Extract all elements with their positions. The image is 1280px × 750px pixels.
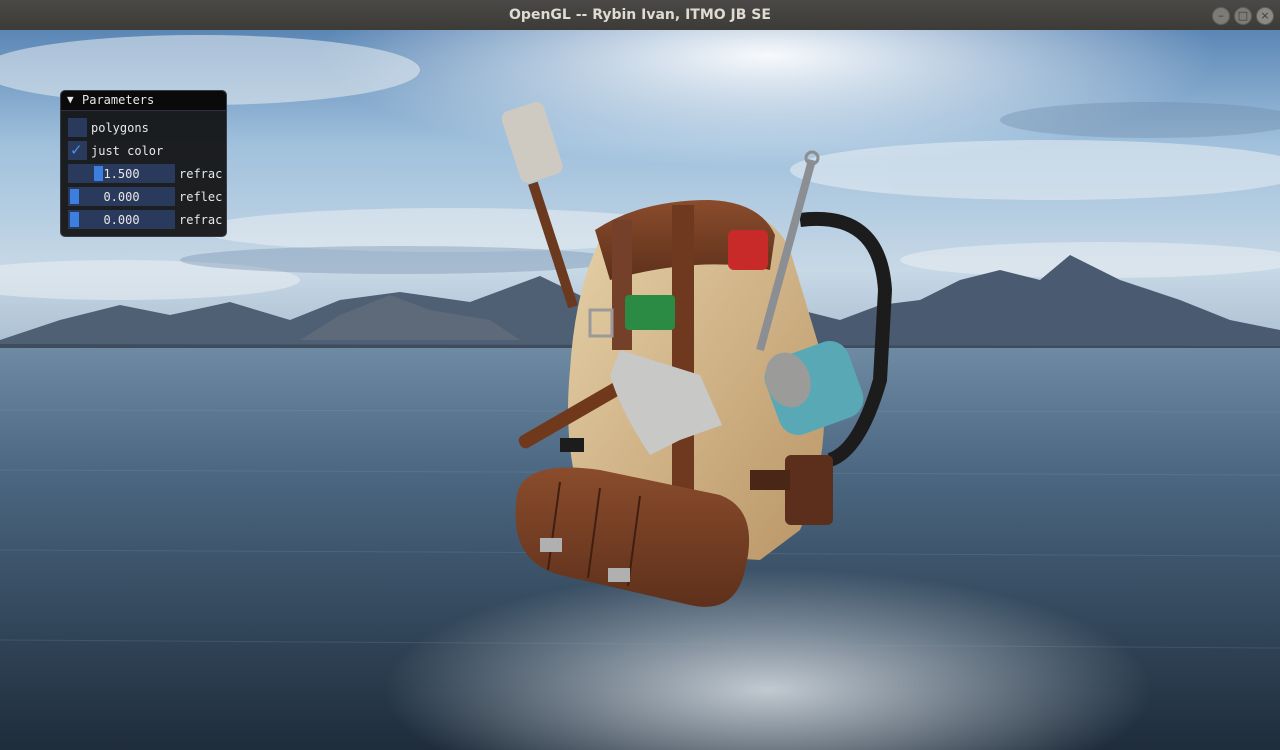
refrac-slider-2[interactable]: 0.000 — [68, 210, 175, 229]
maximize-button[interactable]: □ — [1234, 7, 1252, 25]
title-bar[interactable]: OpenGL -- Rybin Ivan, ITMO JB SE – □ × — [0, 0, 1280, 31]
reflec-slider[interactable]: 0.000 — [68, 187, 175, 206]
polygons-label: polygons — [91, 121, 149, 135]
slider-row: 0.000 refrac — [61, 210, 226, 230]
slider-row: 0.000 reflec — [61, 187, 226, 207]
slider-value: 0.000 — [103, 190, 140, 204]
window-controls: – □ × — [1212, 7, 1274, 25]
just-color-row: ✓ just color — [61, 141, 226, 161]
check-icon: ✓ — [70, 141, 83, 159]
slider-value: 1.500 — [103, 167, 140, 181]
just-color-label: just color — [91, 144, 164, 158]
close-button[interactable]: × — [1256, 7, 1274, 25]
minimize-button[interactable]: – — [1212, 7, 1230, 25]
slider-label: refrac — [179, 167, 223, 181]
parameters-panel: ▼ Parameters polygons ✓ just color 1.500… — [60, 90, 227, 237]
refrac-slider[interactable]: 1.500 — [68, 164, 175, 183]
app-window: OpenGL -- Rybin Ivan, ITMO JB SE – □ × ▼… — [0, 0, 1280, 750]
slider-label: reflec — [179, 190, 223, 204]
panel-header[interactable]: ▼ Parameters — [61, 91, 226, 111]
polygons-row: polygons — [61, 118, 226, 138]
window-title: OpenGL -- Rybin Ivan, ITMO JB SE — [509, 7, 771, 23]
just-color-checkbox[interactable]: ✓ — [68, 141, 87, 160]
slider-row: 1.500 refrac — [61, 164, 226, 184]
polygons-checkbox[interactable] — [68, 118, 87, 137]
slider-value: 0.000 — [103, 213, 140, 227]
collapse-arrow-icon[interactable]: ▼ — [67, 93, 74, 106]
slider-label: refrac — [179, 213, 223, 227]
panel-title: Parameters — [82, 93, 155, 107]
